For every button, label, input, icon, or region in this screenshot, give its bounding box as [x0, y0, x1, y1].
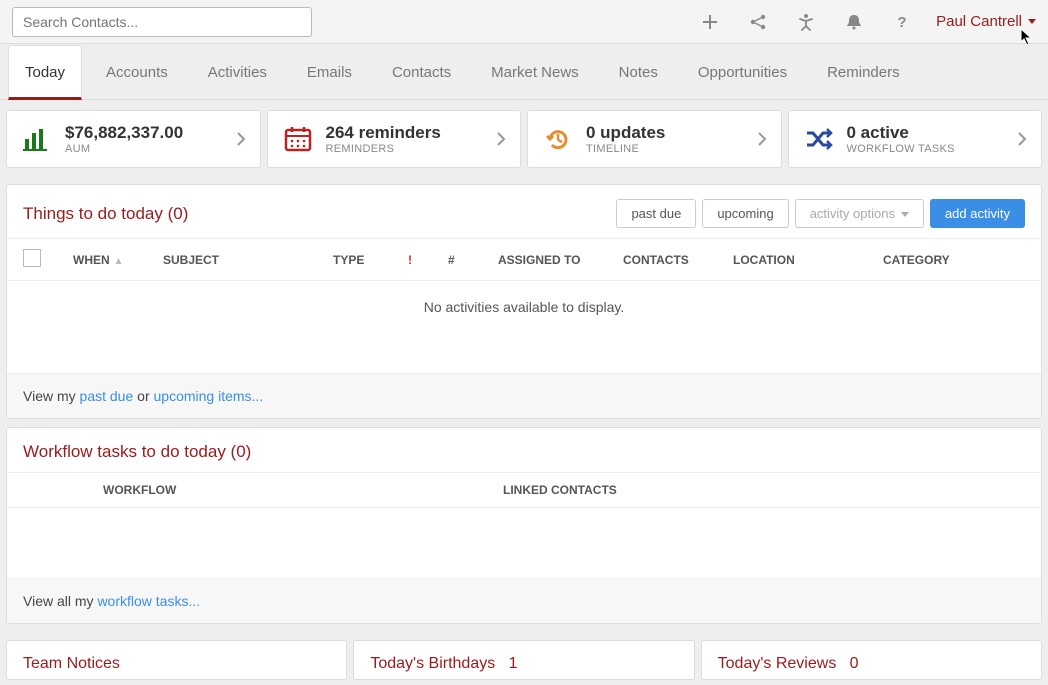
select-all-checkbox[interactable]	[23, 249, 41, 267]
reviews-count: 0	[850, 655, 859, 672]
col-when[interactable]: WHEN▲	[73, 253, 163, 267]
chevron-right-icon	[757, 131, 767, 147]
upcoming-button[interactable]: upcoming	[702, 199, 788, 228]
shuffle-icon	[803, 123, 835, 155]
card-aum-label: AUM	[65, 143, 236, 155]
plus-icon[interactable]	[700, 12, 720, 32]
things-title: Things to do today (0)	[23, 204, 188, 224]
search-input[interactable]	[12, 7, 312, 37]
card-reminders[interactable]: 264 reminders REMINDERS	[267, 110, 522, 168]
reviews-card[interactable]: Today's Reviews 0	[701, 640, 1042, 680]
chevron-right-icon	[236, 131, 246, 147]
card-reminders-value: 264 reminders	[326, 123, 497, 143]
tab-contacts[interactable]: Contacts	[376, 46, 467, 97]
things-table-head: WHEN▲ SUBJECT TYPE ! # ASSIGNED TO CONTA…	[7, 238, 1041, 281]
col-priority[interactable]: !	[408, 253, 448, 267]
workflow-title: Workflow tasks to do today (0)	[23, 442, 251, 462]
caret-down-icon	[901, 212, 909, 217]
card-updates-label: TIMELINE	[586, 143, 757, 155]
notification-icon[interactable]	[844, 12, 864, 32]
card-updates-value: 0 updates	[586, 123, 757, 143]
birthdays-label: Today's Birthdays	[370, 655, 495, 672]
add-activity-button[interactable]: add activity	[930, 199, 1025, 228]
tab-notes[interactable]: Notes	[603, 46, 674, 97]
workflow-footer: View all my workflow tasks...	[7, 578, 1041, 623]
team-notices-card[interactable]: Team Notices	[6, 640, 347, 680]
svg-text:?: ?	[898, 14, 907, 30]
col-contacts[interactable]: CONTACTS	[623, 253, 733, 267]
col-type[interactable]: TYPE	[333, 253, 408, 267]
birthdays-card[interactable]: Today's Birthdays 1	[353, 640, 694, 680]
card-reminders-label: REMINDERS	[326, 143, 497, 155]
tab-accounts[interactable]: Accounts	[90, 46, 184, 97]
col-linked-contacts[interactable]: LINKED CONTACTS	[503, 483, 629, 497]
past-due-button[interactable]: past due	[616, 199, 696, 228]
workflow-panel: Workflow tasks to do today (0) WORKFLOW …	[6, 427, 1042, 624]
things-panel: Things to do today (0) past due upcoming…	[6, 184, 1042, 419]
col-workflow[interactable]: WORKFLOW	[103, 483, 503, 497]
col-location[interactable]: LOCATION	[733, 253, 883, 267]
accessibility-icon[interactable]	[796, 12, 816, 32]
user-name: Paul Cantrell	[936, 13, 1022, 30]
history-icon	[542, 123, 574, 155]
activity-options-button[interactable]: activity options	[795, 199, 924, 228]
birthdays-count: 1	[509, 655, 518, 672]
chevron-right-icon	[496, 131, 506, 147]
card-updates[interactable]: 0 updates TIMELINE	[527, 110, 782, 168]
user-menu[interactable]: Paul Cantrell	[936, 13, 1036, 30]
team-notices-title: Team Notices	[23, 655, 330, 673]
help-icon[interactable]: ?	[892, 12, 912, 32]
tab-activities[interactable]: Activities	[192, 46, 283, 97]
col-assigned-to[interactable]: ASSIGNED TO	[498, 253, 623, 267]
workflow-tasks-link[interactable]: workflow tasks...	[97, 593, 200, 609]
card-workflow[interactable]: 0 active WORKFLOW TASKS	[788, 110, 1043, 168]
card-workflow-label: WORKFLOW TASKS	[847, 143, 1018, 155]
topbar-icons: ?	[700, 12, 912, 32]
workflow-table-head: WORKFLOW LINKED CONTACTS	[7, 472, 1041, 508]
caret-down-icon	[1028, 19, 1036, 24]
things-footer: View my past due or upcoming items...	[7, 373, 1041, 418]
sort-asc-icon: ▲	[114, 256, 124, 267]
card-aum[interactable]: $76,882,337.00 AUM	[6, 110, 261, 168]
card-aum-value: $76,882,337.00	[65, 123, 236, 143]
activity-options-label: activity options	[810, 206, 895, 221]
tab-market-news[interactable]: Market News	[475, 46, 595, 97]
tabbar: Today Accounts Activities Emails Contact…	[0, 44, 1048, 100]
tab-reminders[interactable]: Reminders	[811, 46, 916, 97]
col-category[interactable]: CATEGORY	[883, 253, 962, 267]
things-empty: No activities available to display.	[7, 281, 1041, 333]
card-workflow-value: 0 active	[847, 123, 1018, 143]
share-icon[interactable]	[748, 12, 768, 32]
bottom-cards: Team Notices Today's Birthdays 1 Today's…	[0, 632, 1048, 680]
tab-today[interactable]: Today	[8, 45, 82, 100]
upcoming-items-link[interactable]: upcoming items...	[154, 388, 264, 404]
tab-opportunities[interactable]: Opportunities	[682, 46, 803, 97]
topbar: ? Paul Cantrell	[0, 0, 1048, 44]
tab-emails[interactable]: Emails	[291, 46, 368, 97]
col-hash[interactable]: #	[448, 253, 498, 267]
summary-cards: $76,882,337.00 AUM 264 reminders REMINDE…	[0, 100, 1048, 176]
reviews-label: Today's Reviews	[718, 655, 837, 672]
col-subject[interactable]: SUBJECT	[163, 253, 333, 267]
chevron-right-icon	[1017, 131, 1027, 147]
calendar-icon	[282, 123, 314, 155]
bar-chart-icon	[21, 123, 53, 155]
past-due-link[interactable]: past due	[80, 388, 134, 404]
